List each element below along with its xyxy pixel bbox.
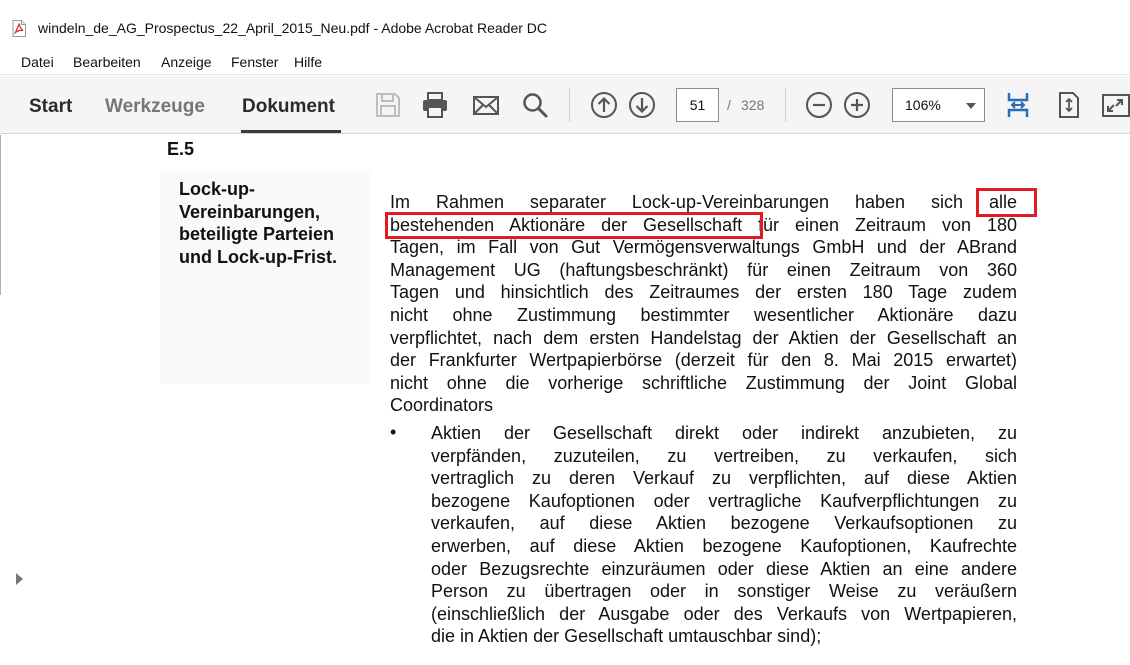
bullet-line: erwerben, auf diese Aktien bezogene Kauf… (431, 535, 1017, 556)
bullet-line: verpfänden, zuzuteilen, zu vertreiben, z… (431, 445, 1017, 466)
section-label: Lock-up- Vereinbarungen, beteiligte Part… (179, 178, 369, 268)
bullet-line: die in Aktien der Gesellschaft umtauschb… (431, 626, 822, 647)
side-panel-toggle-icon[interactable] (16, 573, 23, 585)
menu-fenster[interactable]: Fenster (231, 54, 278, 70)
bullet-line: Aktien der Gesellschaft direkt oder indi… (431, 423, 1017, 443)
bullet-line: oder Bezugsrechte einzuräumen oder diese… (431, 558, 1017, 579)
full-screen-icon[interactable] (1100, 90, 1130, 120)
menu-bearbeiten[interactable]: Bearbeiten (73, 54, 141, 70)
tab-start[interactable]: Start (29, 96, 72, 118)
zoom-value: 106% (905, 97, 941, 113)
email-icon[interactable] (471, 90, 501, 120)
window-title: windeln_de_AG_Prospectus_22_April_2015_N… (38, 20, 548, 36)
save-icon[interactable] (373, 90, 403, 120)
page-number-input[interactable]: 51 (676, 88, 719, 122)
bullet-line: verkaufen, auf diese Aktien bezogene Ver… (431, 513, 1017, 534)
title-bar: windeln_de_AG_Prospectus_22_April_2015_N… (0, 0, 1130, 48)
menu-datei[interactable]: Datei (21, 54, 54, 70)
section-label-line: und Lock-up-Frist. (179, 246, 337, 267)
bullet-item: Aktien der Gesellschaft direkt oder indi… (431, 422, 1017, 648)
section-label-line: Vereinbarungen, (179, 201, 321, 222)
bullet-line: (einschließlich der Ausgabe oder des Ver… (431, 603, 1017, 624)
fit-page-icon[interactable] (1054, 90, 1084, 120)
zoom-in-icon[interactable] (842, 90, 872, 120)
chevron-down-icon (966, 103, 976, 109)
page-separator: / (727, 97, 731, 113)
search-icon[interactable] (520, 90, 550, 120)
toolbar-separator (569, 88, 570, 122)
highlight-box-aktionaere (385, 212, 763, 239)
paragraph-line: Tagen, im Fall von Gut Vermögensverwaltu… (390, 237, 1017, 258)
section-id: E.5 (167, 139, 195, 159)
tab-werkzeuge[interactable]: Werkzeuge (105, 96, 205, 118)
pdf-app-icon (12, 20, 26, 37)
paragraph-line: Tagen und hinsichtlich des Zeitraumes de… (390, 282, 1017, 303)
tab-dokument[interactable]: Dokument (242, 96, 335, 118)
bullet-line: vertraglich zu deren Verkauf zu verpflic… (431, 468, 1017, 489)
bullet-line: Person zu übertragen oder in sonstiger W… (431, 581, 1017, 602)
paragraph-line: nicht ohne die vorherige schriftliche Zu… (390, 372, 1017, 393)
menu-bar: Datei Bearbeiten Anzeige Fenster Hilfe (0, 48, 1130, 75)
print-icon[interactable] (420, 90, 450, 120)
zoom-out-icon[interactable] (804, 90, 834, 120)
menu-hilfe[interactable]: Hilfe (294, 54, 322, 70)
scroll-mode-icon[interactable] (1003, 90, 1033, 120)
bullet-line: bezogene Kaufoptionen oder vertragliche … (431, 490, 1017, 511)
page-up-icon[interactable] (589, 90, 619, 120)
section-label-line: Lock-up- (179, 179, 255, 199)
paragraph-line: nicht ohne Zustimmung bestimmter wesentl… (390, 304, 1017, 325)
active-tab-indicator (241, 130, 341, 133)
left-edge-line (0, 135, 1, 295)
section-label-line: beteiligte Parteien (179, 224, 335, 244)
toolbar-separator (785, 88, 786, 122)
paragraph-line: Management UG (haftungsbeschränkt) für e… (390, 259, 1017, 280)
bullet-marker: • (390, 422, 397, 442)
zoom-select[interactable]: 106% (892, 88, 985, 122)
menu-anzeige[interactable]: Anzeige (161, 54, 212, 70)
paragraph-line: Coordinators (390, 395, 494, 416)
page-total: 328 (741, 97, 765, 113)
paragraph-line: Im Rahmen separater Lock-up-Vereinbarung… (390, 192, 1017, 212)
toolbar: Start Werkzeuge Dokument 51 / 328 106% (0, 76, 1130, 134)
paragraph-line: der Frankfurter Wertpapierbörse (derzeit… (390, 350, 1017, 371)
highlight-box-alle (976, 188, 1037, 217)
paragraph-line: verpflichtet, nach dem ersten Handelstag… (390, 327, 1017, 348)
page-down-icon[interactable] (627, 90, 657, 120)
